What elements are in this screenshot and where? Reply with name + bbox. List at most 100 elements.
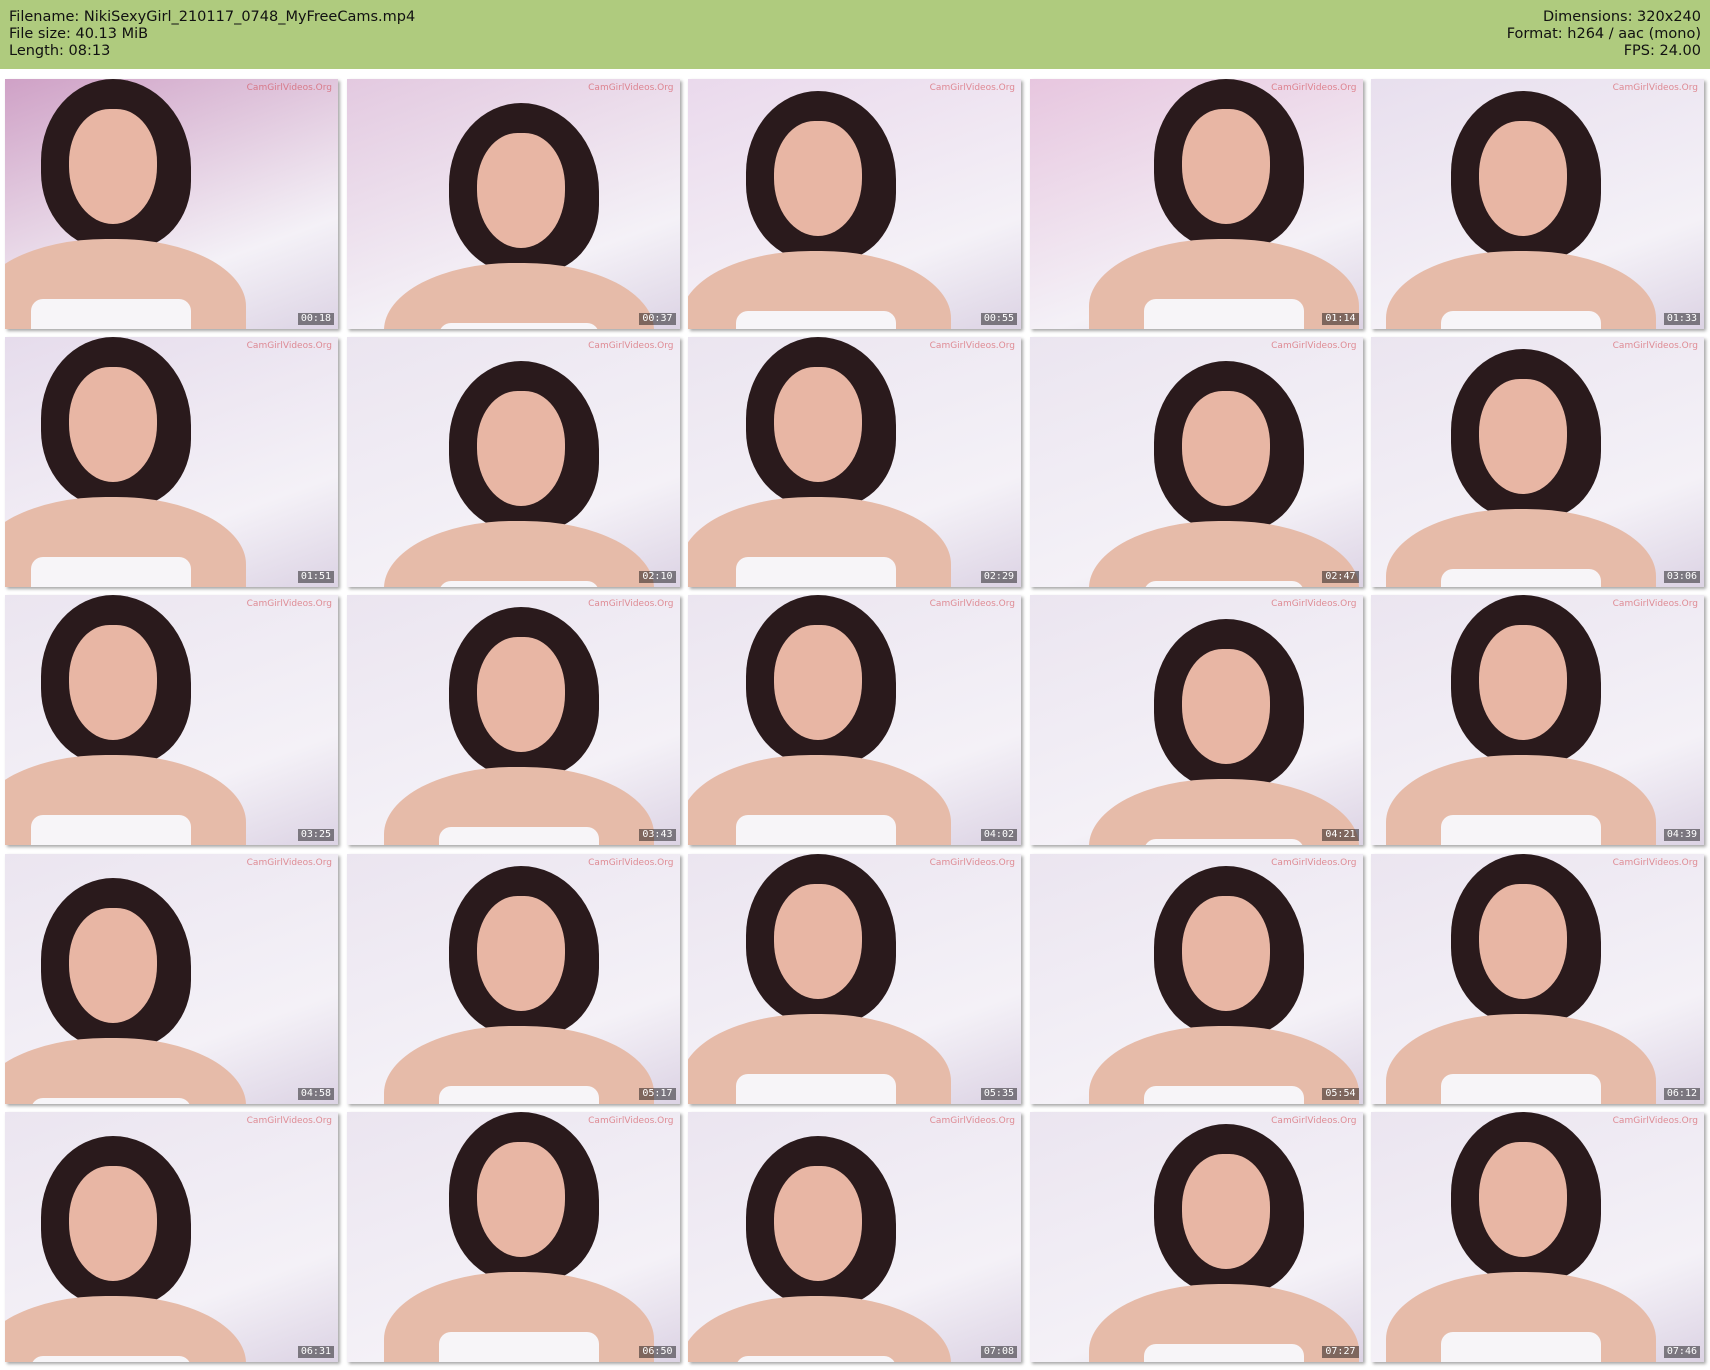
thumbnail: CamGirlVideos.Org 04:02 (688, 595, 1021, 846)
subject-face (774, 1165, 862, 1281)
watermark: CamGirlVideos.Org (246, 599, 332, 610)
subject-top (1143, 839, 1304, 846)
video-frame (346, 853, 680, 1104)
watermark: CamGirlVideos.Org (1271, 857, 1357, 868)
watermark: CamGirlVideos.Org (246, 857, 332, 868)
timestamp-label: 05:35 (980, 1087, 1017, 1100)
subject-top (1441, 815, 1601, 846)
timestamp-label: 01:33 (1663, 313, 1700, 325)
subject-face (1181, 1153, 1270, 1269)
thumbnail: CamGirlVideos.Org 01:33 (1371, 79, 1704, 329)
timestamp-label: 01:51 (297, 571, 334, 584)
subject-shoulders (5, 1037, 246, 1104)
subject-top (736, 557, 896, 588)
watermark: CamGirlVideos.Org (588, 599, 674, 610)
thumbnail: CamGirlVideos.Org 03:06 (1371, 337, 1704, 588)
video-frame (1371, 79, 1704, 329)
watermark: CamGirlVideos.Org (929, 599, 1015, 610)
video-frame (5, 595, 338, 846)
video-frame (1371, 1111, 1704, 1362)
format-label: Format: h264 / aac (mono) (1506, 26, 1701, 42)
file-info: Filename: NikiSexyGirl_210117_0748_MyFre… (9, 9, 415, 60)
video-frame (5, 79, 338, 329)
subject-top (1441, 569, 1601, 588)
video-frame (5, 337, 338, 588)
thumbnail: CamGirlVideos.Org 04:21 (1029, 595, 1363, 846)
subject-face (476, 391, 565, 507)
watermark: CamGirlVideos.Org (1612, 857, 1698, 868)
watermark: CamGirlVideos.Org (588, 83, 674, 93)
watermark: CamGirlVideos.Org (1271, 599, 1357, 610)
video-frame (688, 1111, 1021, 1362)
timestamp-label: 06:31 (297, 1345, 334, 1358)
watermark: CamGirlVideos.Org (1612, 83, 1698, 93)
subject-top (438, 1331, 599, 1362)
subject-face (69, 109, 157, 224)
video-frame (346, 337, 680, 588)
watermark: CamGirlVideos.Org (1612, 1115, 1698, 1126)
timestamp-label: 00:18 (297, 313, 334, 325)
subject-face (1479, 883, 1567, 999)
subject-top (1441, 1073, 1601, 1104)
subject-face (69, 367, 157, 483)
subject-top (438, 581, 599, 588)
timestamp-label: 02:47 (1322, 571, 1359, 584)
stream-info: Dimensions: 320x240 Format: h264 / aac (… (1507, 9, 1701, 60)
subject-shoulders (1088, 521, 1359, 588)
subject-top (1143, 1343, 1304, 1362)
watermark: CamGirlVideos.Org (588, 341, 674, 352)
watermark: CamGirlVideos.Org (929, 1115, 1015, 1126)
thumbnail: CamGirlVideos.Org 07:08 (688, 1111, 1021, 1362)
thumbnail: CamGirlVideos.Org 03:43 (346, 595, 680, 846)
video-frame (1029, 1111, 1363, 1362)
watermark: CamGirlVideos.Org (246, 341, 332, 352)
subject-face (1479, 379, 1567, 495)
subject-top (438, 827, 599, 846)
timestamp-label: 03:43 (639, 829, 676, 842)
timestamp-label: 00:37 (639, 313, 676, 325)
video-frame (1371, 337, 1704, 588)
watermark: CamGirlVideos.Org (1612, 599, 1698, 610)
thumbnail: CamGirlVideos.Org 01:51 (5, 337, 338, 588)
subject-top (31, 815, 191, 846)
timestamp-label: 04:39 (1663, 829, 1700, 842)
fps-label: FPS: 24.00 (1623, 43, 1701, 59)
video-frame (688, 595, 1021, 846)
video-frame (1371, 853, 1704, 1104)
info-header: Filename: NikiSexyGirl_210117_0748_MyFre… (0, 0, 1710, 69)
subject-top (736, 815, 896, 846)
subject-face (476, 895, 565, 1011)
subject-top (1143, 299, 1304, 329)
thumbnail: CamGirlVideos.Org 02:10 (346, 337, 680, 588)
subject-face (1479, 1141, 1567, 1257)
timestamp-label: 00:55 (980, 313, 1017, 325)
subject-top (1143, 1085, 1304, 1104)
thumbnail: CamGirlVideos.Org 04:39 (1371, 595, 1704, 846)
thumbnail: CamGirlVideos.Org 05:35 (688, 853, 1021, 1104)
subject-top (438, 1085, 599, 1104)
video-frame (5, 853, 338, 1104)
timestamp-label: 05:17 (639, 1087, 676, 1100)
watermark: CamGirlVideos.Org (1271, 1115, 1357, 1126)
subject-face (476, 637, 565, 753)
video-frame (688, 79, 1021, 329)
subject-shoulders (688, 1295, 951, 1362)
timestamp-label: 07:27 (1322, 1345, 1359, 1358)
filename-label: Filename: NikiSexyGirl_210117_0748_MyFre… (9, 9, 416, 25)
thumbnail: CamGirlVideos.Org 07:46 (1371, 1111, 1704, 1362)
timestamp-label: 03:25 (297, 829, 334, 842)
subject-face (69, 1165, 157, 1281)
watermark: CamGirlVideos.Org (929, 857, 1015, 868)
subject-face (69, 625, 157, 741)
filesize-label: File size: 40.13 MiB (9, 26, 149, 42)
video-frame (1029, 79, 1363, 329)
subject-top (736, 311, 896, 329)
subject-face (69, 907, 157, 1023)
timestamp-label: 02:29 (980, 571, 1017, 584)
watermark: CamGirlVideos.Org (929, 341, 1015, 352)
video-frame (1371, 595, 1704, 846)
thumbnail: CamGirlVideos.Org 07:27 (1029, 1111, 1363, 1362)
thumbnail: CamGirlVideos.Org 05:54 (1029, 853, 1363, 1104)
timestamp-label: 05:54 (1322, 1087, 1359, 1100)
subject-top (736, 1073, 896, 1104)
